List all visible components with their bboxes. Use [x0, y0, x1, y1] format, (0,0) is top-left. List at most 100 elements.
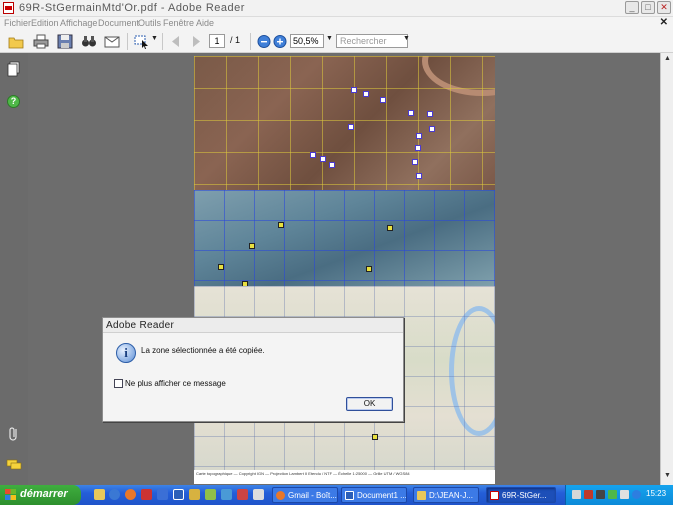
topographic-map-middle: [194, 190, 495, 287]
select-tool-dropdown-icon[interactable]: ▼: [151, 35, 158, 42]
scroll-down-icon[interactable]: ▼: [662, 472, 673, 483]
binoculars-icon[interactable]: [81, 34, 97, 49]
quicklaunch-app-icon[interactable]: [221, 489, 232, 500]
dont-show-again-checkbox[interactable]: [114, 379, 123, 388]
zoom-dropdown-icon[interactable]: ▼: [326, 35, 333, 42]
volume-icon[interactable]: [620, 490, 629, 499]
minimize-button[interactable]: _: [625, 1, 639, 14]
map-marker: [427, 111, 433, 117]
pages-icon[interactable]: [7, 61, 21, 77]
zoom-level-input[interactable]: 50,5%: [290, 34, 324, 48]
task-gmail[interactable]: Gmail - Boît...: [272, 487, 338, 503]
windows-logo-icon: [5, 489, 16, 500]
tray-app-icon[interactable]: [596, 490, 605, 499]
search-dropdown-icon[interactable]: ▼: [403, 35, 410, 42]
quicklaunch-app-icon[interactable]: [253, 489, 264, 500]
folder-icon[interactable]: [189, 489, 200, 500]
map-footer: Carte topographique — Copyright IGN — Pr…: [194, 470, 495, 484]
save-icon[interactable]: [57, 34, 73, 49]
map-marker: [387, 225, 393, 231]
map-marker: [412, 159, 418, 165]
map-marker: [363, 91, 369, 97]
task-label: Document1 ...: [357, 491, 407, 500]
task-label: D:\JEAN-J...: [429, 491, 474, 500]
internet-explorer-icon[interactable]: [109, 489, 120, 500]
pdf-icon: [3, 2, 14, 14]
tray-app-icon[interactable]: [608, 490, 617, 499]
windows-taskbar: démarrer Gmail - Boît... Document1 ... D…: [0, 485, 673, 505]
map-marker: [278, 222, 284, 228]
start-label: démarrer: [20, 488, 68, 500]
task-explorer[interactable]: D:\JEAN-J...: [413, 487, 479, 503]
map-marker: [249, 243, 255, 249]
system-tray: 15:23: [565, 485, 673, 505]
zoom-in-icon[interactable]: [272, 34, 288, 49]
menu-fichier[interactable]: Fichier: [4, 18, 31, 28]
quicklaunch-app-icon[interactable]: [237, 489, 248, 500]
map-marker: [372, 434, 378, 440]
map-marker: [218, 264, 224, 270]
menu-fenetre[interactable]: Fenêtre: [163, 18, 194, 28]
map-marker: [416, 173, 422, 179]
select-tool-icon[interactable]: [134, 34, 150, 49]
info-icon: i: [116, 343, 136, 363]
toolbar: ▼ 1 / 1 50,5% ▼ Rechercher ▼: [0, 30, 673, 53]
word-icon[interactable]: [173, 489, 184, 500]
close-document-icon[interactable]: ✕: [660, 17, 668, 28]
toolbar-separator: [127, 33, 128, 50]
map-marker: [415, 145, 421, 151]
attachment-icon[interactable]: [7, 426, 21, 442]
scroll-up-icon[interactable]: ▲: [662, 55, 673, 66]
email-icon[interactable]: [104, 34, 120, 49]
map-marker: [320, 156, 326, 162]
network-icon[interactable]: [572, 490, 581, 499]
outlook-icon[interactable]: [157, 489, 168, 500]
next-page-icon[interactable]: [188, 34, 204, 49]
menu-edition[interactable]: Edition: [31, 18, 59, 28]
task-adobe-reader[interactable]: 69R-StGer...: [486, 487, 556, 503]
map-marker: [310, 152, 316, 158]
toolbar-separator: [250, 33, 251, 50]
vertical-scrollbar[interactable]: ▲ ▼: [660, 53, 673, 485]
page-number-input[interactable]: 1: [209, 34, 225, 48]
menu-affichage[interactable]: Affichage: [60, 18, 97, 28]
menu-bar: Fichier Edition Affichage Document Outil…: [0, 17, 673, 30]
ok-button[interactable]: OK: [346, 397, 393, 411]
word-icon: [345, 491, 354, 500]
toolbar-separator: [162, 33, 163, 50]
menu-document[interactable]: Document: [98, 18, 139, 28]
tray-app-icon[interactable]: [632, 490, 641, 499]
pdf-icon: [490, 491, 499, 500]
close-button[interactable]: ✕: [657, 1, 671, 14]
search-input[interactable]: Rechercher: [336, 34, 408, 48]
task-document1[interactable]: Document1 ...: [341, 487, 407, 503]
clock: 15:23: [646, 489, 667, 498]
quicklaunch-app-icon[interactable]: [205, 489, 216, 500]
topographic-map-top: [194, 56, 495, 190]
show-desktop-icon[interactable]: [94, 489, 105, 500]
open-folder-icon[interactable]: [8, 34, 24, 49]
start-button[interactable]: démarrer: [0, 485, 81, 505]
menu-outils[interactable]: Outils: [138, 18, 161, 28]
map-marker: [329, 162, 335, 168]
map-marker: [408, 110, 414, 116]
navigation-panel: ?: [0, 53, 28, 485]
help-icon[interactable]: ?: [7, 95, 20, 108]
map-marker: [380, 97, 386, 103]
menu-aide[interactable]: Aide: [196, 18, 214, 28]
previous-page-icon[interactable]: [168, 34, 184, 49]
print-icon[interactable]: [33, 34, 49, 49]
map-marker: [416, 133, 422, 139]
maximize-button[interactable]: □: [641, 1, 655, 14]
firefox-icon[interactable]: [125, 489, 136, 500]
media-player-icon[interactable]: [141, 489, 152, 500]
map-grid: [194, 190, 495, 286]
folder-icon: [417, 491, 426, 500]
comments-icon[interactable]: [6, 458, 22, 472]
zoom-out-icon[interactable]: [256, 34, 272, 49]
dialog-title: Adobe Reader: [103, 318, 403, 333]
dont-show-again-label[interactable]: Ne plus afficher ce message: [125, 379, 226, 388]
tray-app-icon[interactable]: [584, 490, 593, 499]
page-total: / 1: [230, 35, 241, 45]
map-grid: [194, 56, 495, 190]
